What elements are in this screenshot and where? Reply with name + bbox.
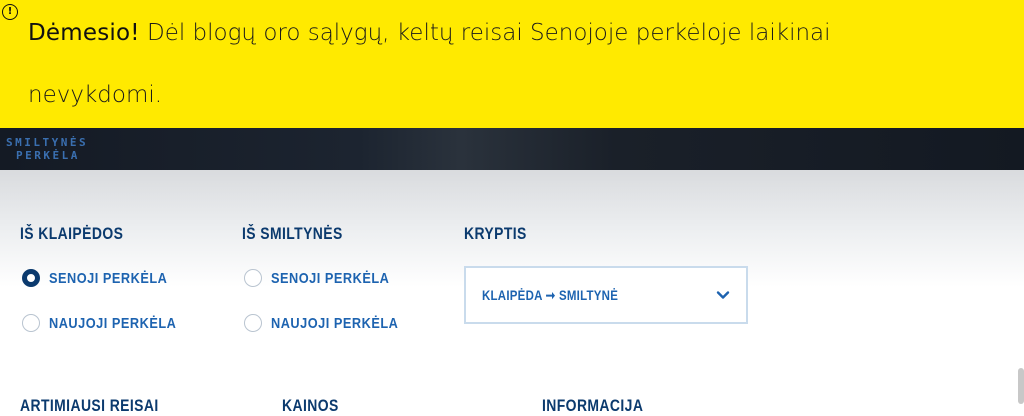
alert-message: Dėmesio! Dėl blogų oro sąlygų, keltų rei…: [28, 2, 958, 126]
radio-label: SENOJI PERKĖLA: [49, 269, 168, 287]
from-klaipeda-heading: IŠ KLAIPĖDOS: [20, 224, 124, 243]
info-circle-icon: !: [2, 4, 18, 20]
direction-heading: KRYPTIS: [464, 224, 527, 243]
chevron-down-icon: [716, 291, 730, 299]
radio-label: SENOJI PERKĖLA: [271, 269, 390, 287]
radio-smiltyne-senoji[interactable]: SENOJI PERKĖLA: [244, 269, 410, 287]
radio-button[interactable]: [244, 314, 262, 332]
nearest-trips-heading: ARTIMIAUSI REISAI: [20, 396, 159, 415]
radio-label: NAUJOJI PERKĖLA: [271, 314, 399, 332]
radio-button-checked[interactable]: [22, 269, 40, 287]
prices-heading: KAINOS: [282, 396, 339, 415]
alert-banner: ! Dėmesio! Dėl blogų oro sąlygų, keltų r…: [0, 0, 1024, 128]
radio-smiltyne-naujoji[interactable]: NAUJOJI PERKĖLA: [244, 314, 421, 332]
alert-body: Dėl blogų oro sąlygų, keltų reisai Senoj…: [28, 20, 831, 108]
direction-select-value: KLAIPĖDA ➞ SMILTYNĖ: [482, 287, 619, 303]
from-smiltyne-heading: IŠ SMILTYNĖS: [242, 224, 343, 243]
alert-title: Dėmesio!: [28, 20, 140, 46]
direction-select[interactable]: KLAIPĖDA ➞ SMILTYNĖ: [464, 266, 748, 324]
information-heading: INFORMACIJA: [542, 396, 644, 415]
scrollbar[interactable]: [1018, 368, 1024, 404]
radio-button[interactable]: [244, 269, 262, 287]
logo-line-2: PERKĖLA: [16, 149, 80, 162]
radio-klaipeda-naujoji[interactable]: NAUJOJI PERKĖLA: [22, 314, 199, 332]
header-bar: [0, 128, 1024, 170]
radio-klaipeda-senoji[interactable]: SENOJI PERKĖLA: [22, 269, 188, 287]
radio-label: NAUJOJI PERKĖLA: [49, 314, 177, 332]
logo-line-1: SMILTYNĖS: [6, 136, 89, 149]
site-logo[interactable]: SMILTYNĖS PERKĖLA: [6, 136, 116, 162]
radio-button[interactable]: [22, 314, 40, 332]
